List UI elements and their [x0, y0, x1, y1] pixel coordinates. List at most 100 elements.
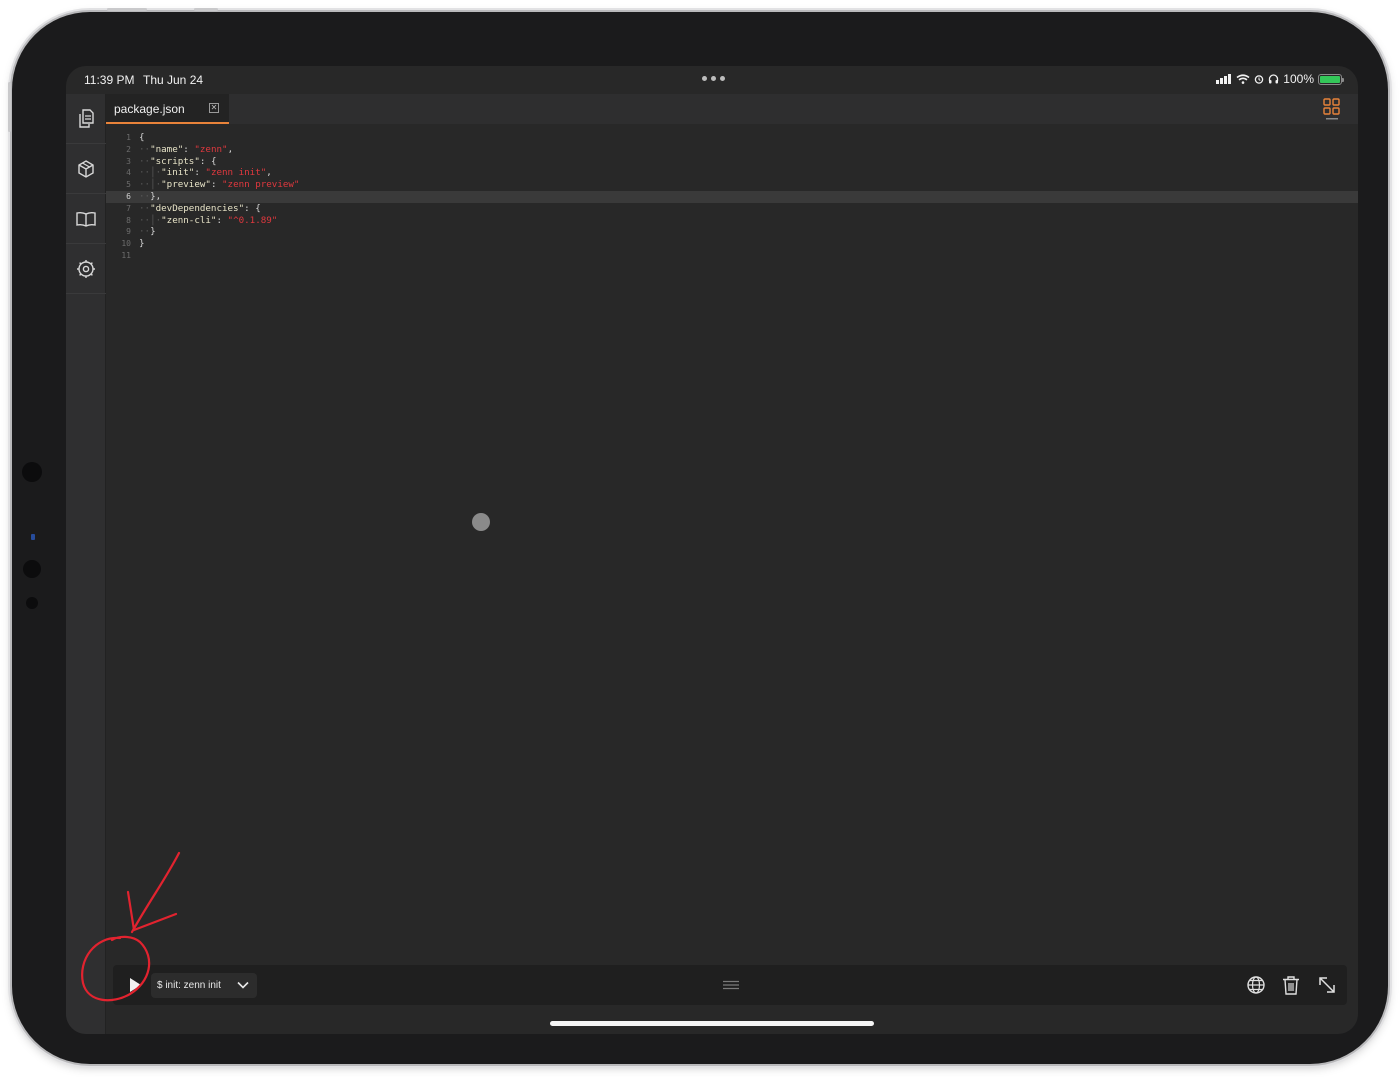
- code-line[interactable]: 8 ··│·"zenn-cli": "^0.1.89": [106, 215, 1358, 227]
- line-number: 4: [126, 168, 131, 178]
- sidebar-item-files[interactable]: [66, 94, 106, 144]
- line-number: 2: [126, 144, 131, 154]
- indent-guide: ··│·: [139, 167, 162, 179]
- code-text: ··"scripts": {: [139, 156, 216, 168]
- line-number: 9: [126, 227, 131, 237]
- line-number: 7: [126, 203, 131, 213]
- activity-sidebar: [66, 94, 106, 1034]
- key-token: "zenn-cli": [161, 214, 217, 226]
- grid-icon: [1323, 98, 1340, 120]
- sensor-dot: [22, 462, 42, 482]
- punctuation-token: }: [150, 226, 156, 238]
- punctuation-token: ,: [266, 167, 272, 179]
- status-date: Thu Jun 24: [143, 73, 204, 87]
- indent-guide: ··: [139, 190, 151, 202]
- punctuation-token: },: [150, 190, 162, 202]
- book-icon: [76, 211, 96, 227]
- sensor-dot: [26, 597, 38, 609]
- wifi-icon: [1236, 74, 1250, 84]
- run-button[interactable]: [123, 973, 147, 997]
- headphones-icon: [1269, 74, 1279, 84]
- punctuation-token: :: [216, 214, 228, 226]
- indent-guide: ··: [139, 155, 151, 167]
- line-number: 6: [126, 191, 131, 201]
- tab-label: package.json: [114, 102, 185, 116]
- settings-icon: [77, 259, 95, 278]
- code-text: ··}: [139, 226, 156, 238]
- punctuation-token: : {: [199, 155, 217, 167]
- code-line[interactable]: 11: [106, 250, 1358, 262]
- key-token: "preview": [161, 179, 211, 191]
- top-button: [194, 8, 218, 11]
- trash-icon[interactable]: [1281, 975, 1301, 995]
- code-line[interactable]: 5 ··│·"preview": "zenn preview": [106, 179, 1358, 191]
- status-time: 11:39 PM: [84, 73, 135, 87]
- multitasking-dots-icon[interactable]: [702, 76, 725, 81]
- drag-handle-icon[interactable]: [722, 980, 740, 990]
- code-text: }: [139, 238, 145, 250]
- terminal-toolbar: $ init: zenn init: [113, 965, 1347, 1005]
- key-token: "scripts": [150, 155, 200, 167]
- string-token: "zenn": [194, 143, 228, 155]
- line-number: 1: [126, 133, 131, 142]
- line-number: 8: [126, 215, 131, 225]
- code-line[interactable]: 7 ··"devDependencies": {: [106, 203, 1358, 215]
- key-token: "devDependencies": [150, 202, 245, 214]
- power-button: [107, 8, 147, 11]
- punctuation-token: }: [139, 238, 145, 250]
- line-number: 11: [121, 250, 131, 260]
- punctuation-token: ,: [227, 143, 234, 155]
- indent-guide: ··│·: [139, 214, 162, 226]
- code-line[interactable]: 3 ··"scripts": {: [106, 156, 1358, 168]
- code-line[interactable]: 4 ··│·"init": "zenn init",: [106, 167, 1358, 179]
- code-line[interactable]: 6 ··},: [106, 190, 1358, 203]
- string-token: "^0.1.89": [227, 214, 278, 226]
- code-text: ··"devDependencies": {: [139, 203, 261, 215]
- key-token: "name": [150, 143, 184, 155]
- code-editor[interactable]: 1{2 ··"name": "zenn", 3 ··"scripts": {4 ··│·…: [106, 124, 1358, 1006]
- status-icons: 100%: [1216, 72, 1344, 86]
- camera-lens: [31, 534, 35, 540]
- punctuation-token: {: [139, 132, 145, 143]
- globe-icon[interactable]: [1246, 975, 1266, 995]
- code-text: ··│·"init": "zenn init",: [139, 167, 272, 179]
- code-area[interactable]: 1{2 ··"name": "zenn", 3 ··"scripts": {4 ··│·…: [106, 124, 1358, 262]
- expand-icon[interactable]: [1317, 975, 1337, 995]
- sidebar-item-packages[interactable]: [66, 144, 106, 194]
- punctuation-token: :: [194, 167, 206, 179]
- cellular-signal-icon: [1216, 74, 1232, 84]
- files-icon: [79, 108, 94, 128]
- ipad-frame: 11:39 PM Thu Jun 24 100% package.json ✕ …: [8, 8, 1388, 1064]
- home-indicator[interactable]: [550, 1021, 874, 1026]
- sidebar-item-settings[interactable]: [66, 244, 106, 294]
- sidebar-item-docs[interactable]: [66, 194, 106, 244]
- code-text: ··│·"preview": "zenn preview": [139, 179, 299, 191]
- battery-percent: 100%: [1283, 72, 1314, 86]
- touch-indicator: [472, 513, 490, 531]
- tab-package-json[interactable]: package.json ✕: [106, 94, 229, 124]
- code-line[interactable]: 10}: [106, 238, 1358, 250]
- package-icon: [78, 159, 94, 178]
- line-number: 5: [126, 180, 131, 190]
- code-text: {: [139, 132, 145, 144]
- alarm-icon: [1255, 75, 1264, 84]
- layout-grid-button[interactable]: [1322, 97, 1342, 121]
- indent-guide: ··: [139, 226, 151, 238]
- string-token: "zenn preview": [222, 179, 300, 191]
- code-text: ··},: [139, 191, 161, 203]
- code-line[interactable]: 9 ··}: [106, 226, 1358, 238]
- close-icon[interactable]: ✕: [209, 103, 219, 113]
- code-text: ··│·"zenn-cli": "^0.1.89": [139, 215, 277, 227]
- side-button: [8, 82, 11, 132]
- screen: 11:39 PM Thu Jun 24 100% package.json ✕ …: [66, 66, 1358, 1034]
- sensor-dot: [23, 560, 41, 578]
- line-number: 3: [126, 156, 131, 166]
- indent-guide: ··: [139, 202, 151, 214]
- status-bar: 11:39 PM Thu Jun 24 100%: [66, 66, 1358, 94]
- chevron-down-icon: [237, 981, 249, 989]
- task-dropdown[interactable]: $ init: zenn init: [151, 973, 257, 998]
- code-line[interactable]: 2 ··"name": "zenn",: [106, 144, 1358, 156]
- code-line[interactable]: 1{: [106, 132, 1358, 144]
- task-label: $ init: zenn init: [157, 980, 221, 991]
- punctuation-token: :: [183, 143, 195, 155]
